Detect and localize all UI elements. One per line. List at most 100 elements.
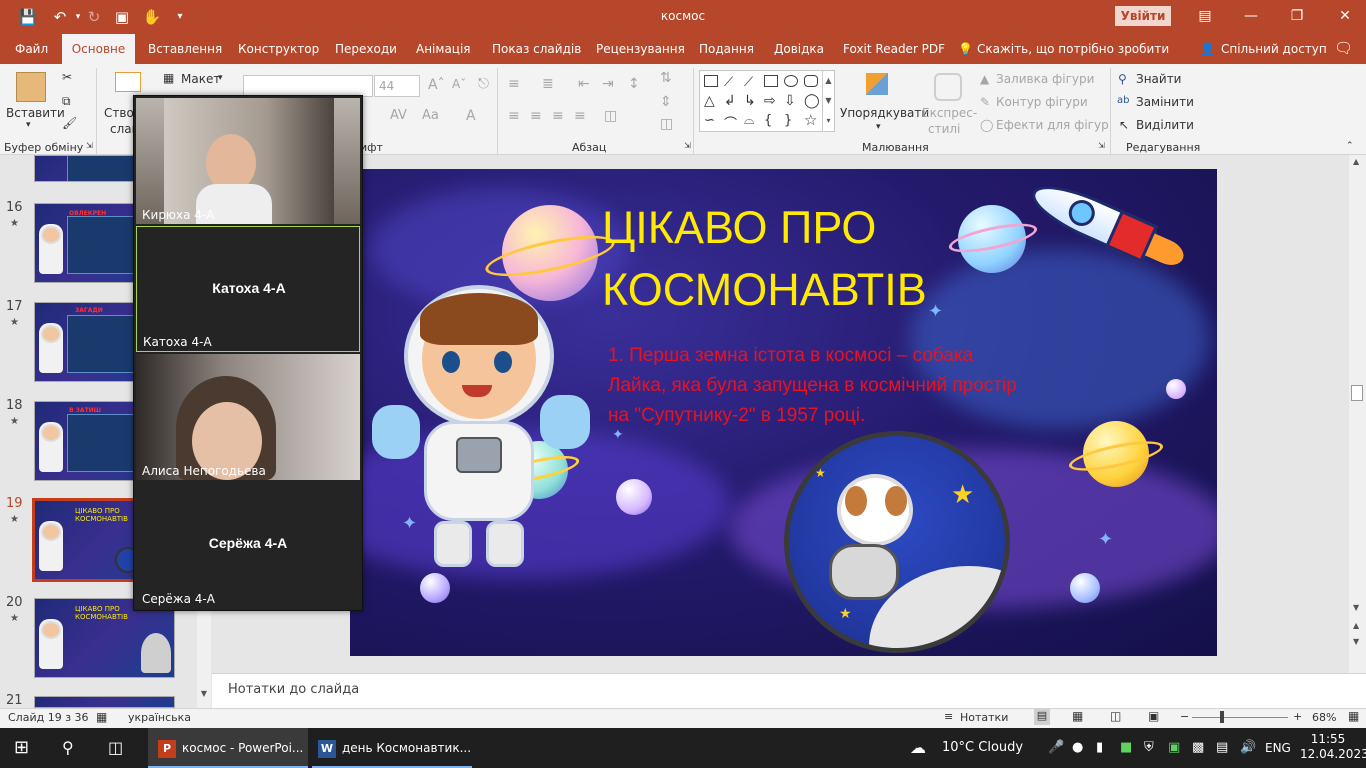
tab-help[interactable]: Довідка [774,42,824,56]
layout-icon[interactable]: ▦ [163,71,174,85]
chevron-down-icon[interactable]: ▾ [26,120,31,130]
tab-foxit[interactable]: Foxit Reader PDF [843,42,945,56]
spellcheck-icon[interactable]: ▦ [96,710,107,724]
font-color-icon[interactable]: A [466,108,476,124]
app-tray-icon[interactable]: ■ [1120,728,1132,768]
search-icon[interactable]: ⚲ [62,728,74,768]
volume-icon[interactable]: 🔊 [1240,728,1256,768]
app-tray-icon[interactable]: ▣ [1168,728,1180,768]
taskbar-app-powerpoint[interactable]: Pкосмос - PowerPoi... [148,728,308,768]
taskbar-app-word[interactable]: Wдень Космонавтик... [312,728,472,768]
align-center-icon[interactable]: ≡ [530,108,542,124]
close-icon[interactable]: ✕ [1330,6,1360,26]
find-button[interactable]: Знайти [1136,72,1181,86]
star-shape-icon[interactable]: ☆ [804,111,817,129]
right-arrow-icon[interactable]: ⇨ [764,93,776,109]
windows-start-icon[interactable]: ⊞ [14,728,29,768]
previous-slide-icon[interactable]: ▲ [1353,621,1359,630]
slide-body-text[interactable]: 1. Перша земна істота в космосі – собака… [608,341,1028,431]
participant-video[interactable]: Алиса Непогодьева [136,354,360,480]
notes-placeholder[interactable]: Нотатки до слайда [228,682,359,697]
slide-title[interactable]: ЦІКАВО ПРО КОСМОНАВТІВ [602,197,1022,321]
collapse-ribbon-icon[interactable]: ⌃ [1346,141,1354,151]
tell-me-input[interactable]: Скажіть, що потрібно зробити [977,42,1169,56]
increase-font-icon[interactable]: Aˆ [428,77,445,93]
elbow-connector-icon[interactable]: ↳ [744,93,756,109]
oval-shape-icon[interactable] [784,75,798,87]
brace-right-icon[interactable]: } [784,113,792,128]
shape-fill-button[interactable]: Заливка фігури [996,72,1094,86]
change-case-icon[interactable]: Aa [422,108,439,123]
quick-styles-icon[interactable] [934,73,962,101]
reading-view-icon[interactable]: ◫ [1110,709,1121,723]
shapes-gallery[interactable]: ⟋ ⟋ △ ↲ ↳ ⇨ ⇩ ◯ ∽ ⌒ ⌓ { } ☆ ▲ ▼ ▾ [699,70,835,132]
dialog-launcher-icon[interactable]: ⇲ [1098,141,1105,150]
textbox-shape-icon[interactable] [704,75,718,87]
line-spacing-icon[interactable]: ↕ [628,76,640,92]
paste-icon[interactable] [16,72,46,102]
cut-icon[interactable]: ✂ [62,70,72,84]
tab-file[interactable]: Файл [15,42,48,56]
scroll-down-icon[interactable]: ▼ [197,689,211,698]
microphone-icon[interactable]: 🎤 [1048,728,1064,768]
align-left-icon[interactable]: ≡ [508,108,520,124]
network-icon[interactable]: ▤ [1216,728,1228,768]
bullets-icon[interactable]: ≡ [508,76,520,92]
smartart-icon[interactable]: ◫ [660,116,673,132]
usb-icon[interactable]: ▮ [1096,728,1103,768]
shape-outline-button[interactable]: Контур фігури [996,95,1088,109]
participant-tile-active[interactable]: Катоха 4-А Катоха 4-А [136,226,360,352]
scroll-thumb[interactable] [1351,385,1363,401]
zoom-tray-icon[interactable]: ● [1072,728,1083,768]
select-button[interactable]: Виділити [1136,118,1194,132]
zoom-out-icon[interactable]: − [1180,710,1189,723]
font-size-box[interactable]: 44 [374,75,420,97]
tab-home[interactable]: Основне [62,34,135,64]
tray-icon[interactable]: ▩ [1192,728,1204,768]
quick-styles-button[interactable]: Експрес- [922,106,977,120]
columns-icon[interactable]: ◫ [604,108,617,124]
weather-text[interactable]: 10°C Cloudy [942,728,1023,768]
arc-icon[interactable]: ⌓ [744,113,754,128]
arc-icon[interactable]: ⌒ [724,113,737,132]
replace-button[interactable]: Замінити [1136,95,1194,109]
curve-icon[interactable]: ∽ [704,113,715,128]
justify-icon[interactable]: ≡ [574,108,586,124]
security-icon[interactable]: ⛨ [1144,728,1154,768]
participant-video[interactable]: Кирюха 4-А [136,98,360,224]
slide-thumbnail[interactable] [34,696,175,708]
format-painter-icon[interactable]: 🖌 [62,116,77,130]
down-arrow-icon[interactable]: ⇩ [784,93,796,109]
editor-scrollbar[interactable]: ▲ ▼ ▲ ▼ [1349,155,1366,673]
copy-icon[interactable]: ⧉ [62,94,71,109]
scroll-down-icon[interactable]: ▼ [1353,603,1359,612]
dialog-launcher-icon[interactable]: ⇲ [684,141,691,150]
align-right-icon[interactable]: ≡ [552,108,564,124]
language-indicator[interactable]: українська [128,711,191,724]
sign-in-button[interactable]: Увійти [1115,6,1171,26]
decrease-indent-icon[interactable]: ⇤ [578,76,590,92]
numbering-icon[interactable]: ≣ [542,76,554,92]
text-direction-icon[interactable]: ⇅ [660,70,672,86]
rounded-rect-icon[interactable] [804,75,818,87]
input-language[interactable]: ENG [1265,728,1291,768]
zoom-slider[interactable] [1192,717,1288,718]
fit-to-window-icon[interactable]: ▦ [1348,709,1359,723]
notes-toggle-button[interactable]: Нотатки [960,711,1008,724]
comments-icon[interactable]: 🗨 [1334,39,1353,57]
slideshow-icon[interactable]: ▣ [1148,709,1159,723]
arrange-button[interactable]: Упорядкувати [840,106,929,120]
tab-slideshow[interactable]: Показ слайдів [492,42,581,56]
clear-formatting-icon[interactable]: ⎋ [478,76,489,92]
cylinder-icon[interactable]: ◯ [804,93,820,109]
increase-indent-icon[interactable]: ⇥ [602,76,614,92]
notes-pane[interactable] [212,673,1366,708]
shape-effects-button[interactable]: Ефекти для фігур [996,118,1109,132]
zoom-slider-thumb[interactable] [1220,711,1224,723]
zoom-in-icon[interactable]: + [1293,710,1302,723]
zoom-level[interactable]: 68% [1312,711,1336,724]
paste-button[interactable]: Вставити [6,106,65,120]
clock[interactable]: 11:55 12.04.2023 [1300,732,1366,762]
slide-sorter-icon[interactable]: ▦ [1072,709,1083,723]
font-name-box[interactable] [243,75,373,97]
